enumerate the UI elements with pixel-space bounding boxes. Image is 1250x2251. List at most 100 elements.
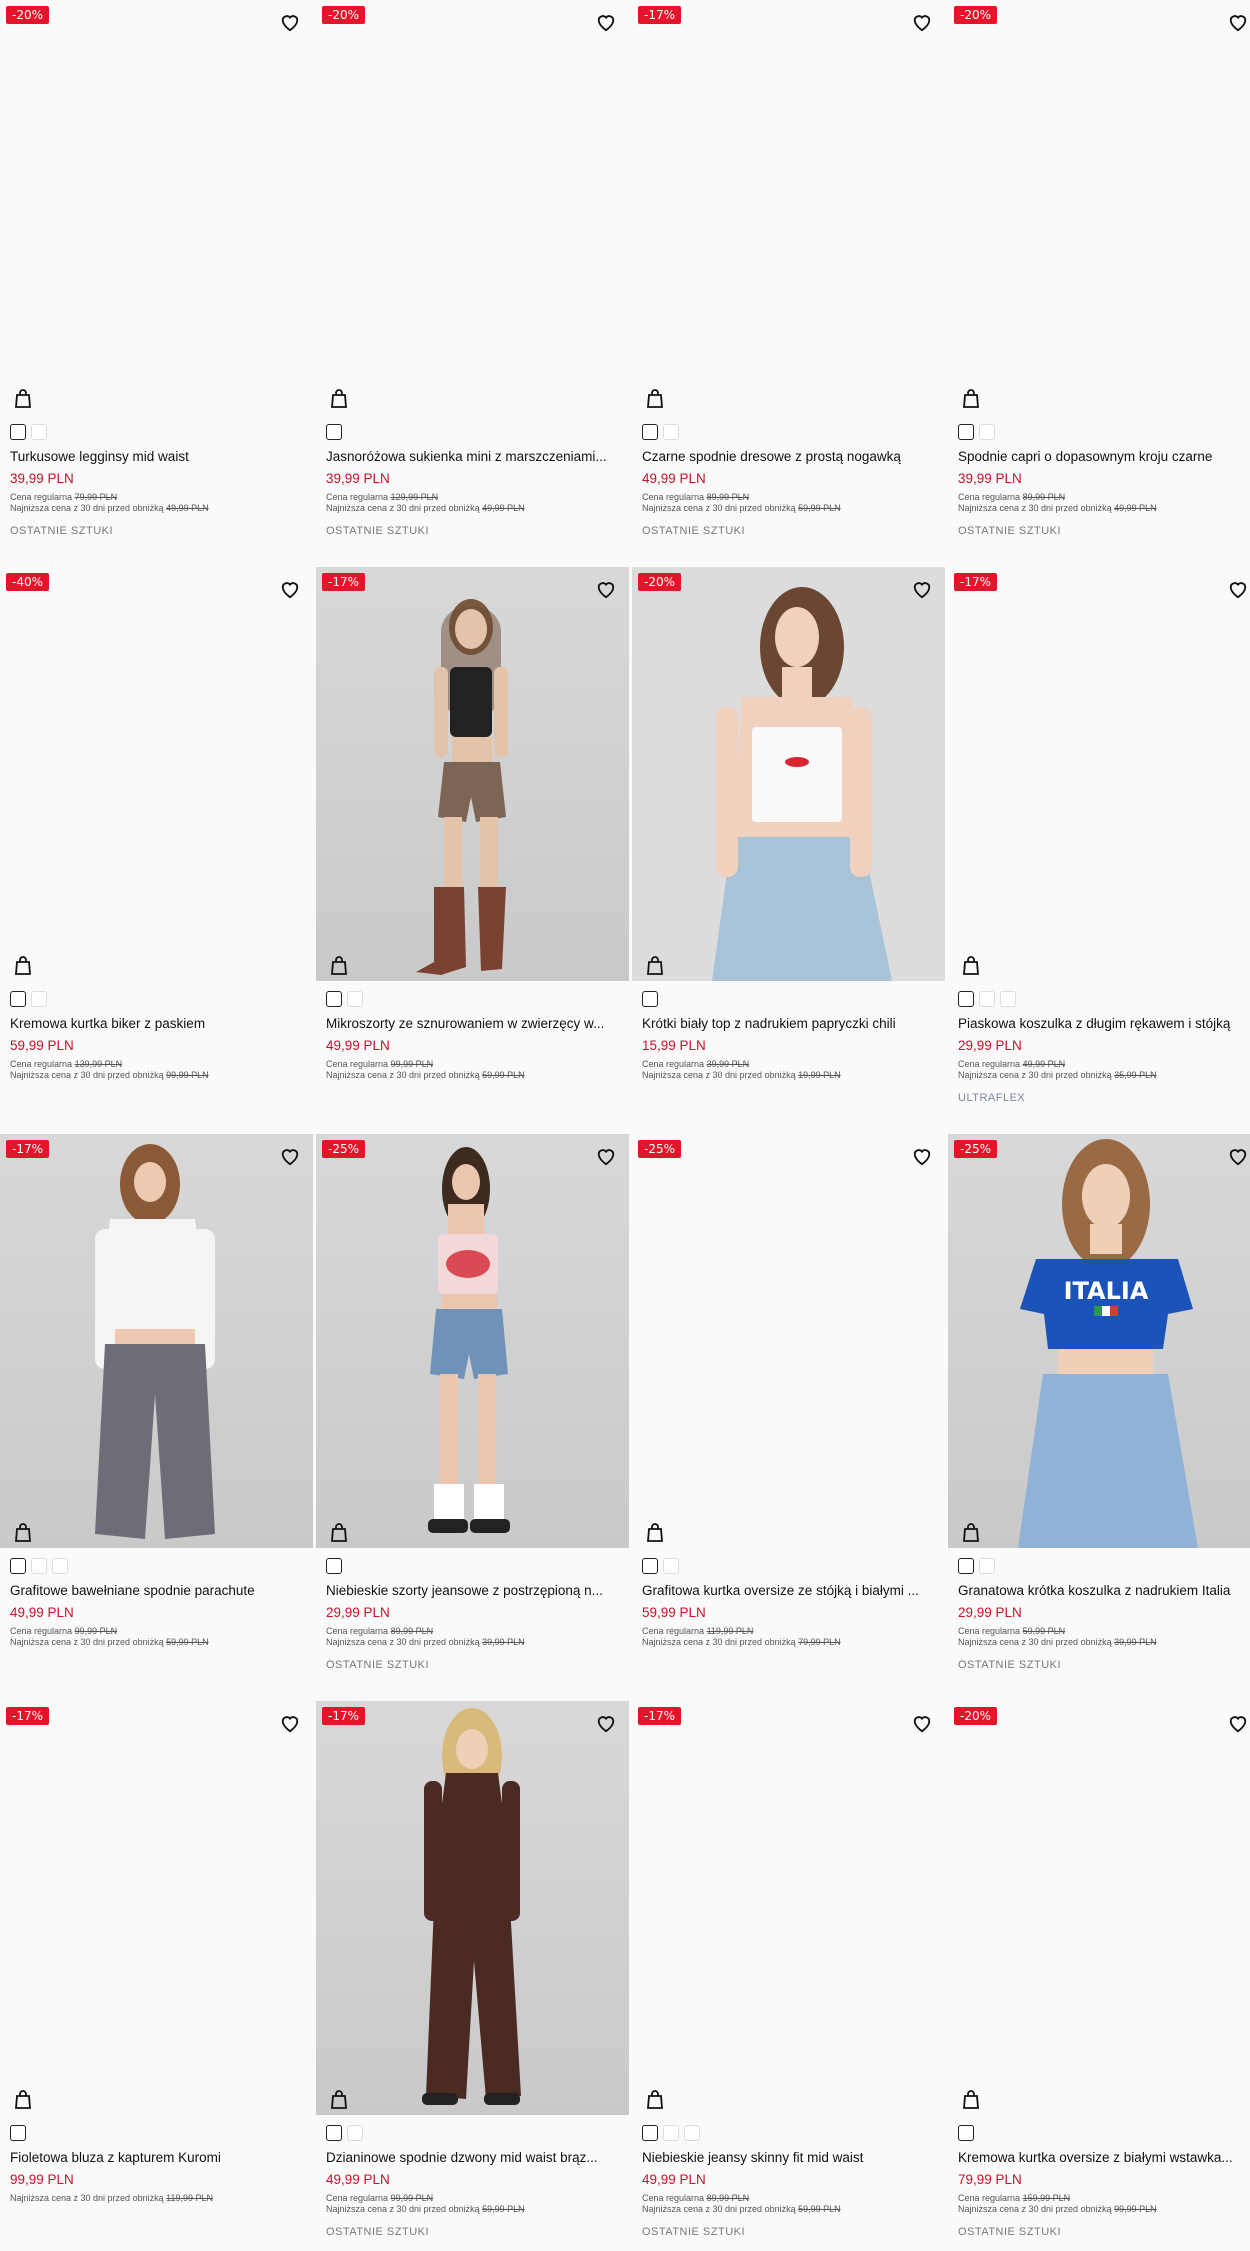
heart-icon[interactable] bbox=[1227, 1146, 1249, 1166]
color-swatch[interactable] bbox=[31, 1558, 47, 1574]
product-name[interactable]: Granatowa krótka koszulka z nadrukiem It… bbox=[958, 1583, 1250, 1598]
color-swatch[interactable] bbox=[958, 2125, 974, 2141]
product-name[interactable]: Piaskowa koszulka z długim rękawem i stó… bbox=[958, 1016, 1250, 1031]
color-swatch[interactable] bbox=[642, 424, 658, 440]
product-name[interactable]: Kremowa kurtka biker z paskiem bbox=[10, 1016, 308, 1031]
color-swatch[interactable] bbox=[684, 2125, 700, 2141]
product-image[interactable]: -20% bbox=[632, 567, 945, 981]
color-swatch[interactable] bbox=[979, 1558, 995, 1574]
product-card[interactable]: -25% Grafitowa kurtka oversize ze stójką… bbox=[632, 1134, 945, 1701]
product-card[interactable]: -20% Kremowa kurtka oversize z białymi w… bbox=[948, 1701, 1250, 2251]
color-swatch[interactable] bbox=[10, 991, 26, 1007]
color-swatch[interactable] bbox=[642, 2125, 658, 2141]
color-swatch[interactable] bbox=[347, 991, 363, 1007]
color-swatch[interactable] bbox=[958, 991, 974, 1007]
product-name[interactable]: Kremowa kurtka oversize z białymi wstawk… bbox=[958, 2150, 1250, 2165]
product-name[interactable]: Turkusowe legginsy mid waist bbox=[10, 449, 308, 464]
shopping-bag-icon[interactable] bbox=[330, 955, 348, 975]
heart-icon[interactable] bbox=[1227, 579, 1249, 599]
product-image[interactable]: -17% bbox=[632, 1701, 945, 2115]
heart-icon[interactable] bbox=[911, 579, 933, 599]
color-swatch[interactable] bbox=[642, 991, 658, 1007]
color-swatch[interactable] bbox=[958, 424, 974, 440]
color-swatch[interactable] bbox=[326, 2125, 342, 2141]
shopping-bag-icon[interactable] bbox=[646, 2089, 664, 2109]
color-swatch[interactable] bbox=[31, 424, 47, 440]
product-image[interactable]: -25% bbox=[316, 1134, 629, 1548]
shopping-bag-icon[interactable] bbox=[962, 388, 980, 408]
color-swatch[interactable] bbox=[979, 424, 995, 440]
product-image[interactable]: -17% bbox=[316, 1701, 629, 2115]
color-swatch[interactable] bbox=[31, 991, 47, 1007]
shopping-bag-icon[interactable] bbox=[962, 1522, 980, 1542]
color-swatch[interactable] bbox=[10, 1558, 26, 1574]
product-card[interactable]: -20% Jasnoróżowa sukienka mini z marszcz… bbox=[316, 0, 629, 567]
product-name[interactable]: Dzianinowe spodnie dzwony mid waist brąz… bbox=[326, 2150, 624, 2165]
product-name[interactable]: Spodnie capri o dopasownym kroju czarne bbox=[958, 449, 1250, 464]
heart-icon[interactable] bbox=[911, 12, 933, 32]
shopping-bag-icon[interactable] bbox=[330, 388, 348, 408]
product-image[interactable]: -17% bbox=[632, 0, 945, 414]
color-swatch[interactable] bbox=[642, 1558, 658, 1574]
shopping-bag-icon[interactable] bbox=[330, 1522, 348, 1542]
shopping-bag-icon[interactable] bbox=[646, 1522, 664, 1542]
color-swatch[interactable] bbox=[958, 1558, 974, 1574]
product-image[interactable]: -17% bbox=[0, 1134, 313, 1548]
product-card[interactable]: -20% Spodnie capri o dopasownym kroju cz… bbox=[948, 0, 1250, 567]
color-swatch[interactable] bbox=[10, 424, 26, 440]
product-image[interactable]: -20% bbox=[316, 0, 629, 414]
product-card[interactable]: -17% Grafitowe bawełniane spodnie parach… bbox=[0, 1134, 313, 1701]
product-image[interactable]: -25% bbox=[632, 1134, 945, 1548]
heart-icon[interactable] bbox=[279, 12, 301, 32]
product-card[interactable]: -17% Mikroszorty ze sznurowaniem w zwier… bbox=[316, 567, 629, 1134]
product-name[interactable]: Czarne spodnie dresowe z prostą nogawką bbox=[642, 449, 940, 464]
product-image[interactable]: -17% bbox=[0, 1701, 313, 2115]
shopping-bag-icon[interactable] bbox=[14, 1522, 32, 1542]
product-image[interactable]: -17% bbox=[948, 567, 1250, 981]
product-name[interactable]: Mikroszorty ze sznurowaniem w zwierzęcy … bbox=[326, 1016, 624, 1031]
product-card[interactable]: -17% Czarne spodnie dresowe z prostą nog… bbox=[632, 0, 945, 567]
product-name[interactable]: Fioletowa bluza z kapturem Kuromi bbox=[10, 2150, 308, 2165]
shopping-bag-icon[interactable] bbox=[962, 2089, 980, 2109]
product-card[interactable]: ITALIA -25% Granatowa krótka koszulka z … bbox=[948, 1134, 1250, 1701]
color-swatch[interactable] bbox=[979, 991, 995, 1007]
product-name[interactable]: Niebieskie szorty jeansowe z postrzępion… bbox=[326, 1583, 624, 1598]
product-card[interactable]: -40% Kremowa kurtka biker z paskiem 59,9… bbox=[0, 567, 313, 1134]
color-swatch[interactable] bbox=[326, 991, 342, 1007]
product-card[interactable]: -25% Niebieskie szorty jeansowe z postrz… bbox=[316, 1134, 629, 1701]
product-card[interactable]: -20% Krótki biały top z nadrukiem papryc… bbox=[632, 567, 945, 1134]
color-swatch[interactable] bbox=[326, 1558, 342, 1574]
color-swatch[interactable] bbox=[10, 2125, 26, 2141]
color-swatch[interactable] bbox=[326, 424, 342, 440]
product-card[interactable]: -17% Piaskowa koszulka z długim rękawem … bbox=[948, 567, 1250, 1134]
heart-icon[interactable] bbox=[911, 1713, 933, 1733]
color-swatch[interactable] bbox=[663, 1558, 679, 1574]
heart-icon[interactable] bbox=[911, 1146, 933, 1166]
product-card[interactable]: -17% Dzianinowe spodnie dzwony mid waist… bbox=[316, 1701, 629, 2251]
shopping-bag-icon[interactable] bbox=[14, 388, 32, 408]
shopping-bag-icon[interactable] bbox=[14, 2089, 32, 2109]
product-card[interactable]: -20% Turkusowe legginsy mid waist 39,99 … bbox=[0, 0, 313, 567]
product-image[interactable]: -20% bbox=[0, 0, 313, 414]
product-image[interactable]: -20% bbox=[948, 1701, 1250, 2115]
product-card[interactable]: -17% Niebieskie jeansy skinny fit mid wa… bbox=[632, 1701, 945, 2251]
product-name[interactable]: Grafitowa kurtka oversize ze stójką i bi… bbox=[642, 1583, 940, 1598]
shopping-bag-icon[interactable] bbox=[962, 955, 980, 975]
product-name[interactable]: Niebieskie jeansy skinny fit mid waist bbox=[642, 2150, 940, 2165]
heart-icon[interactable] bbox=[595, 1713, 617, 1733]
color-swatch[interactable] bbox=[663, 2125, 679, 2141]
shopping-bag-icon[interactable] bbox=[330, 2089, 348, 2109]
heart-icon[interactable] bbox=[595, 12, 617, 32]
shopping-bag-icon[interactable] bbox=[646, 955, 664, 975]
heart-icon[interactable] bbox=[279, 579, 301, 599]
shopping-bag-icon[interactable] bbox=[14, 955, 32, 975]
heart-icon[interactable] bbox=[595, 579, 617, 599]
color-swatch[interactable] bbox=[52, 1558, 68, 1574]
product-name[interactable]: Jasnoróżowa sukienka mini z marszczeniam… bbox=[326, 449, 624, 464]
product-image[interactable]: -40% bbox=[0, 567, 313, 981]
shopping-bag-icon[interactable] bbox=[646, 388, 664, 408]
color-swatch[interactable] bbox=[347, 2125, 363, 2141]
product-image[interactable]: ITALIA -25% bbox=[948, 1134, 1250, 1548]
heart-icon[interactable] bbox=[279, 1713, 301, 1733]
heart-icon[interactable] bbox=[279, 1146, 301, 1166]
